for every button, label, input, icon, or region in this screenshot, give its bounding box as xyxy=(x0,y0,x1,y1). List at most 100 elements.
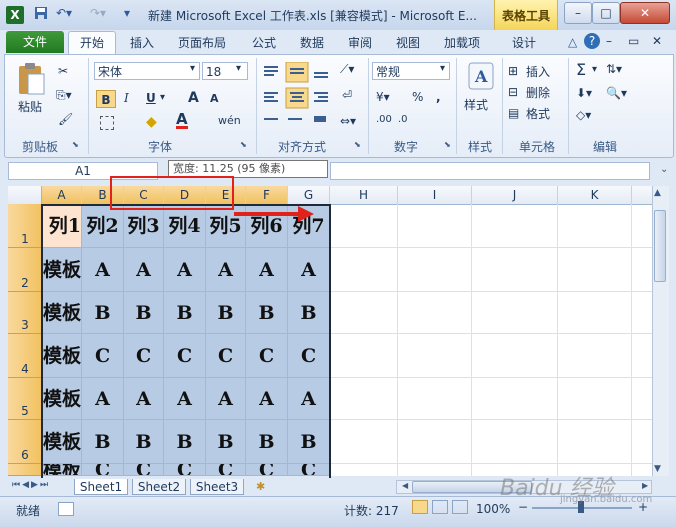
column-header-h[interactable]: H xyxy=(330,186,398,204)
page-layout-view-icon[interactable] xyxy=(432,500,448,514)
table-cell[interactable]: C xyxy=(164,464,206,476)
clear-icon[interactable]: ◇▾ xyxy=(576,108,591,122)
alignment-launcher-icon[interactable]: ⬊ xyxy=(354,140,361,149)
insert-sheet-icon[interactable]: ✱ xyxy=(256,480,265,493)
table-cell[interactable]: A xyxy=(246,378,288,420)
table-cell[interactable]: A xyxy=(124,378,164,420)
redo-icon[interactable]: ↷▾ xyxy=(90,6,106,20)
tab-file[interactable]: 文件 xyxy=(6,31,64,53)
column-header-a[interactable]: A xyxy=(42,186,82,204)
table-cell[interactable]: C xyxy=(82,334,124,378)
doc-close-icon[interactable]: ✕ xyxy=(652,34,662,48)
table-header-cell[interactable]: 列6 xyxy=(246,204,288,248)
doc-restore-icon[interactable]: ▭ xyxy=(628,34,639,48)
table-cell[interactable]: C xyxy=(288,334,330,378)
minimize-button[interactable]: – xyxy=(564,2,592,24)
select-all-corner[interactable] xyxy=(8,186,42,204)
table-cell[interactable]: B xyxy=(246,420,288,464)
sheet-nav-icons[interactable]: ⏮◀▶⏭ xyxy=(12,480,50,490)
shrink-font-button[interactable]: A xyxy=(210,92,219,105)
table-cell[interactable]: C xyxy=(82,464,124,476)
fill-color-icon[interactable]: ◆ xyxy=(146,114,157,130)
phonetic-icon[interactable]: wén xyxy=(218,114,241,127)
styles-icon[interactable]: A xyxy=(468,62,494,90)
table-cell[interactable]: A xyxy=(164,248,206,292)
tab-addins[interactable]: 加载项 xyxy=(444,34,480,51)
orientation-icon[interactable]: ⟋▾ xyxy=(340,62,354,77)
number-format-combo[interactable]: 常规 xyxy=(372,62,450,80)
scroll-left-icon[interactable]: ◀ xyxy=(402,481,408,490)
table-cell[interactable]: A xyxy=(82,248,124,292)
table-cell[interactable]: A xyxy=(246,248,288,292)
table-cell[interactable]: C xyxy=(124,464,164,476)
table-cell[interactable]: B xyxy=(288,420,330,464)
table-cell[interactable]: C xyxy=(288,464,330,476)
tab-home[interactable]: 开始 xyxy=(80,34,104,51)
table-cell[interactable]: A xyxy=(82,378,124,420)
decrease-decimal-icon[interactable]: .0 xyxy=(398,114,408,125)
column-header-j[interactable]: J xyxy=(472,186,558,204)
sheet-tab-3[interactable]: Sheet3 xyxy=(190,479,244,495)
table-cell[interactable]: B xyxy=(124,292,164,334)
column-header-k[interactable]: K xyxy=(558,186,632,204)
font-color-icon[interactable]: A xyxy=(176,112,188,129)
format-cells-icon[interactable]: ▤ xyxy=(508,106,519,120)
delete-cells-icon[interactable]: ⊟ xyxy=(508,85,518,99)
sheet-tab-2[interactable]: Sheet2 xyxy=(132,479,186,495)
table-cell[interactable]: B xyxy=(206,420,246,464)
font-size-combo[interactable]: 18 xyxy=(202,62,248,80)
grow-font-button[interactable]: A xyxy=(188,90,199,106)
table-cell[interactable]: 模板 xyxy=(42,334,82,378)
table-cell[interactable]: A xyxy=(124,248,164,292)
styles-button[interactable]: 样式 xyxy=(464,96,488,113)
format-cells-button[interactable]: 格式 xyxy=(526,105,550,122)
bold-button[interactable]: B xyxy=(96,90,116,108)
underline-button[interactable]: U xyxy=(146,91,156,105)
table-cell[interactable]: B xyxy=(206,292,246,334)
number-launcher-icon[interactable]: ⬊ xyxy=(444,140,451,149)
paste-button[interactable]: 粘贴 xyxy=(18,98,42,115)
row-header-4[interactable]: 4 xyxy=(8,334,42,378)
fill-icon[interactable]: ⬇▾ xyxy=(576,86,592,100)
table-cell[interactable]: 模板 xyxy=(42,420,82,464)
help-icon[interactable]: ? xyxy=(584,33,600,49)
table-cell[interactable]: 模板 xyxy=(42,378,82,420)
tab-design[interactable]: 设计 xyxy=(512,34,536,51)
tab-insert[interactable]: 插入 xyxy=(130,34,154,51)
scroll-up-icon[interactable]: ▲ xyxy=(654,188,661,198)
row-header-partial[interactable] xyxy=(8,464,42,476)
formula-input[interactable] xyxy=(330,162,650,180)
table-header-cell[interactable]: 列5 xyxy=(206,204,246,248)
copy-icon[interactable]: ⎘▾ xyxy=(56,88,72,103)
table-header-cell[interactable]: 列3 xyxy=(124,204,164,248)
column-header-f[interactable]: F xyxy=(246,186,288,204)
percent-button[interactable]: % xyxy=(412,90,423,104)
table-cell[interactable]: B xyxy=(82,292,124,334)
cut-icon[interactable]: ✂ xyxy=(58,64,68,78)
table-cell[interactable]: B xyxy=(246,292,288,334)
tab-data[interactable]: 数据 xyxy=(300,34,324,51)
italic-button[interactable]: I xyxy=(124,91,129,105)
delete-cells-button[interactable]: 删除 xyxy=(526,84,550,101)
vertical-scroll-thumb[interactable] xyxy=(654,210,666,282)
table-cell[interactable]: B xyxy=(124,420,164,464)
table-cell[interactable]: B xyxy=(82,420,124,464)
table-cell[interactable]: B xyxy=(164,292,206,334)
table-cell[interactable]: C xyxy=(206,464,246,476)
tab-formulas[interactable]: 公式 xyxy=(252,34,276,51)
row-header-5[interactable]: 5 xyxy=(8,378,42,420)
comma-button[interactable]: , xyxy=(436,90,441,104)
table-cell[interactable]: B xyxy=(288,292,330,334)
sheet-tab-1[interactable]: Sheet1 xyxy=(74,479,128,495)
table-cell[interactable]: 模板 xyxy=(42,464,82,476)
insert-cells-button[interactable]: 插入 xyxy=(526,63,550,80)
table-cell[interactable]: C xyxy=(164,334,206,378)
undo-icon[interactable]: ↶▾ xyxy=(56,6,72,20)
font-launcher-icon[interactable]: ⬊ xyxy=(240,140,247,149)
tab-review[interactable]: 审阅 xyxy=(348,34,372,51)
row-header-3[interactable]: 3 xyxy=(8,292,42,334)
macro-record-icon[interactable] xyxy=(58,502,74,516)
zoom-level[interactable]: 100% xyxy=(476,502,510,516)
table-cell[interactable]: C xyxy=(124,334,164,378)
row-header-2[interactable]: 2 xyxy=(8,248,42,292)
